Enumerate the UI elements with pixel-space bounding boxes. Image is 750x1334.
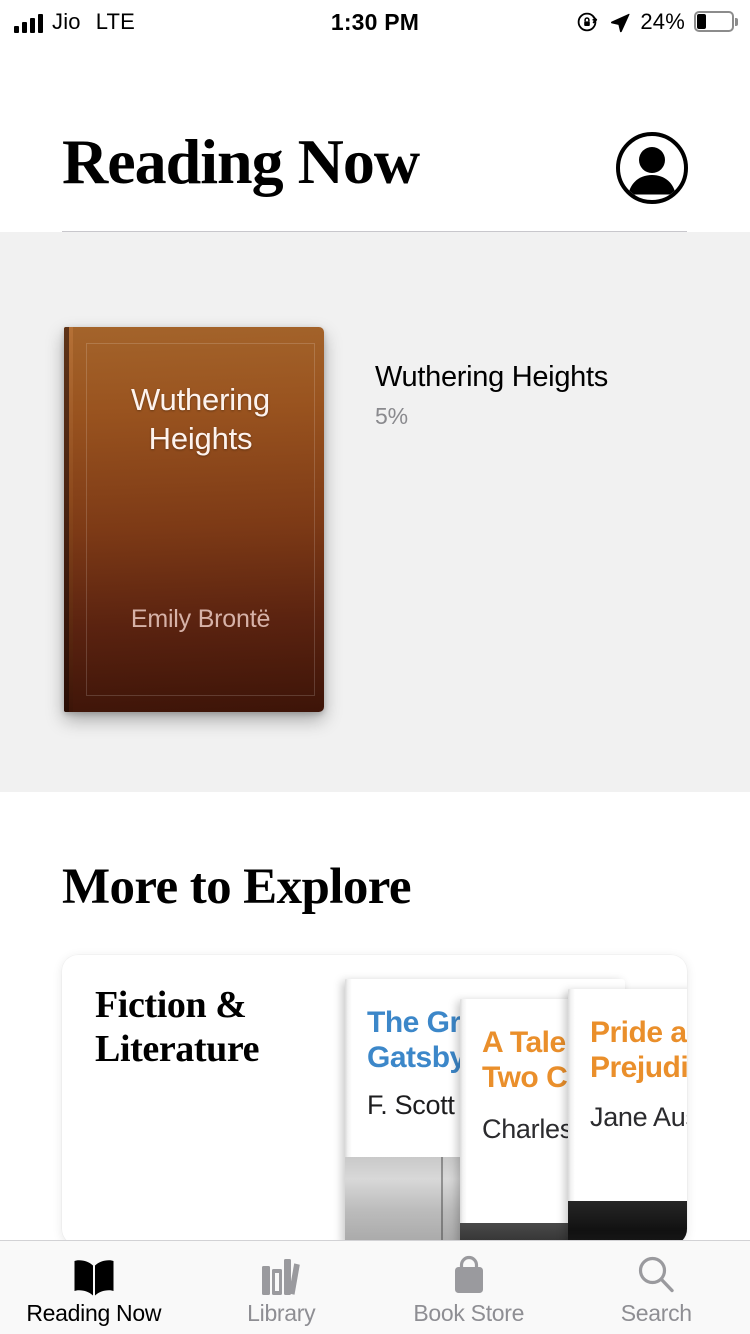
cover-title-line2: Heights	[148, 421, 253, 456]
tab-reading-now[interactable]: Reading Now	[0, 1241, 188, 1334]
tab-library[interactable]: Library	[188, 1241, 376, 1334]
bookshelf-icon	[259, 1254, 303, 1296]
tab-bar: Reading Now Library Book Store Search	[0, 1240, 750, 1334]
explore-book-author: Jane Austen	[590, 1102, 687, 1132]
shopping-bag-icon	[448, 1254, 490, 1296]
location-arrow-icon	[609, 11, 631, 33]
book-page-edge	[460, 999, 467, 1242]
avatar[interactable]	[616, 132, 688, 204]
explore-book-photo	[568, 1201, 687, 1242]
reading-now-section: Wuthering Heights Emily Brontë Wuthering…	[0, 232, 750, 802]
more-to-explore-section: More to Explore Fiction & Literature The…	[0, 792, 750, 1242]
explore-book-title-line1: Pride and	[590, 1016, 687, 1049]
tab-label: Search	[620, 1300, 692, 1326]
person-avatar-icon	[628, 147, 676, 195]
cover-title: Wuthering Heights	[86, 380, 315, 458]
page-header: Reading Now	[0, 120, 750, 232]
magnifier-icon	[635, 1254, 677, 1296]
explore-category-card[interactable]: Fiction & Literature The Great Gatsby F.…	[62, 955, 687, 1242]
current-book-meta: Wuthering Heights 5%	[375, 360, 695, 430]
status-bar-right: 24%	[576, 0, 738, 44]
tab-label: Reading Now	[26, 1300, 162, 1326]
current-book-progress: 5%	[375, 403, 408, 429]
more-to-explore-heading: More to Explore	[62, 859, 411, 915]
battery-percent-label: 24%	[640, 9, 685, 34]
current-book-title: Wuthering Heights	[375, 361, 608, 393]
current-book-cover[interactable]: Wuthering Heights Emily Brontë	[64, 327, 324, 712]
page-title: Reading Now	[62, 126, 420, 197]
cover-author: Emily Brontë	[130, 605, 271, 633]
open-book-icon	[71, 1254, 117, 1296]
tab-book-store[interactable]: Book Store	[375, 1241, 563, 1334]
tab-search[interactable]: Search	[563, 1241, 750, 1334]
category-title: Fiction & Literature	[95, 984, 260, 1070]
rotation-lock-icon	[576, 10, 600, 34]
book-spine-highlight	[69, 327, 73, 712]
cover-title-line1: Wuthering	[131, 382, 270, 417]
explore-book-title-line2: Prejudice	[590, 1051, 687, 1084]
tab-label: Library	[247, 1300, 316, 1326]
explore-book-cover[interactable]: Pride and Prejudice Jane Austen	[568, 989, 687, 1242]
explore-book-title: Pride and Prejudice	[590, 1015, 687, 1085]
tab-label: Book Store	[413, 1300, 525, 1326]
battery-icon	[694, 11, 738, 33]
status-bar: Jio LTE 1:30 PM 24%	[0, 0, 750, 44]
